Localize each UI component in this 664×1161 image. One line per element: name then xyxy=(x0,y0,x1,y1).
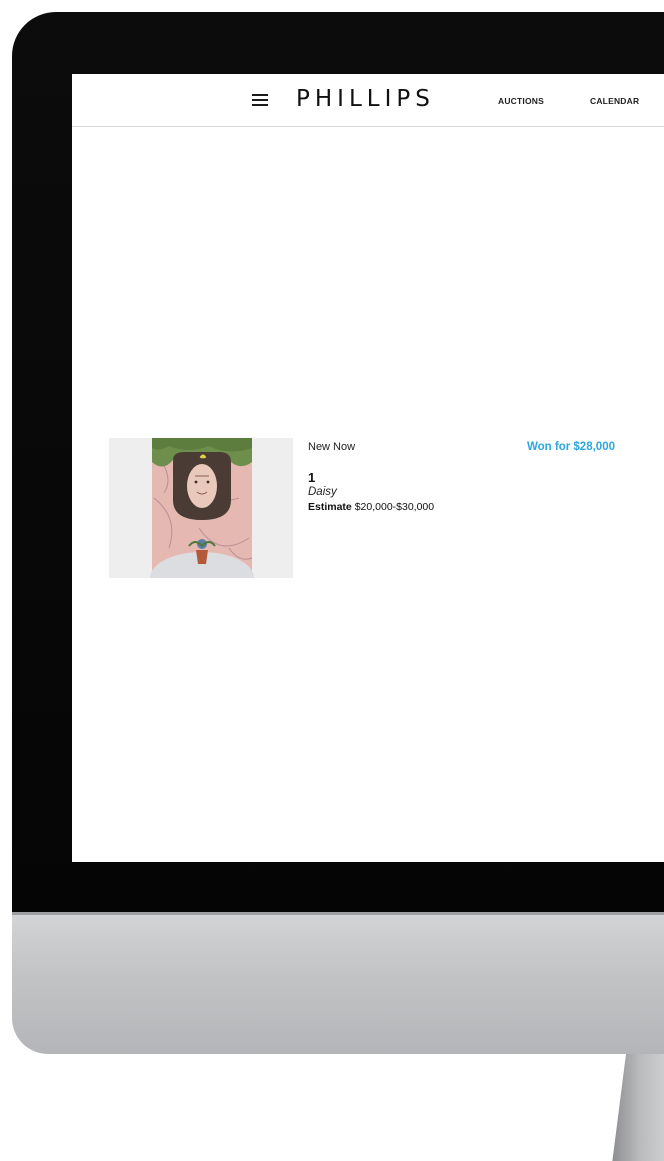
lot-estimate: Estimate $20,000-$30,000 xyxy=(308,501,434,513)
site-header: PHILLIPS AUCTIONS CALENDAR xyxy=(72,74,664,127)
lot-number: 1 xyxy=(308,470,316,485)
browser-screen: PHILLIPS AUCTIONS CALENDAR New Now 1 Dai… xyxy=(72,74,664,862)
nav-auctions-link[interactable]: AUCTIONS xyxy=(498,96,544,106)
phillips-logo[interactable]: PHILLIPS xyxy=(296,86,435,112)
hamburger-menu-icon[interactable] xyxy=(252,94,268,107)
lot-artwork-image xyxy=(109,438,293,604)
nav-calendar-link[interactable]: CALENDAR xyxy=(590,96,639,106)
imac-mockup: PHILLIPS AUCTIONS CALENDAR New Now 1 Dai… xyxy=(0,0,664,1161)
lot-title[interactable]: Daisy xyxy=(308,486,337,498)
lot-sale-name[interactable]: New Now xyxy=(308,441,355,453)
monitor-chin xyxy=(12,912,664,1054)
lot-result: Won for $28,000 xyxy=(527,441,615,453)
estimate-label: Estimate xyxy=(308,501,352,513)
monitor-chin-edge xyxy=(12,912,664,915)
lot-thumbnail[interactable] xyxy=(109,438,293,604)
monitor-stand xyxy=(612,1054,664,1161)
estimate-value: $20,000-$30,000 xyxy=(354,501,435,513)
